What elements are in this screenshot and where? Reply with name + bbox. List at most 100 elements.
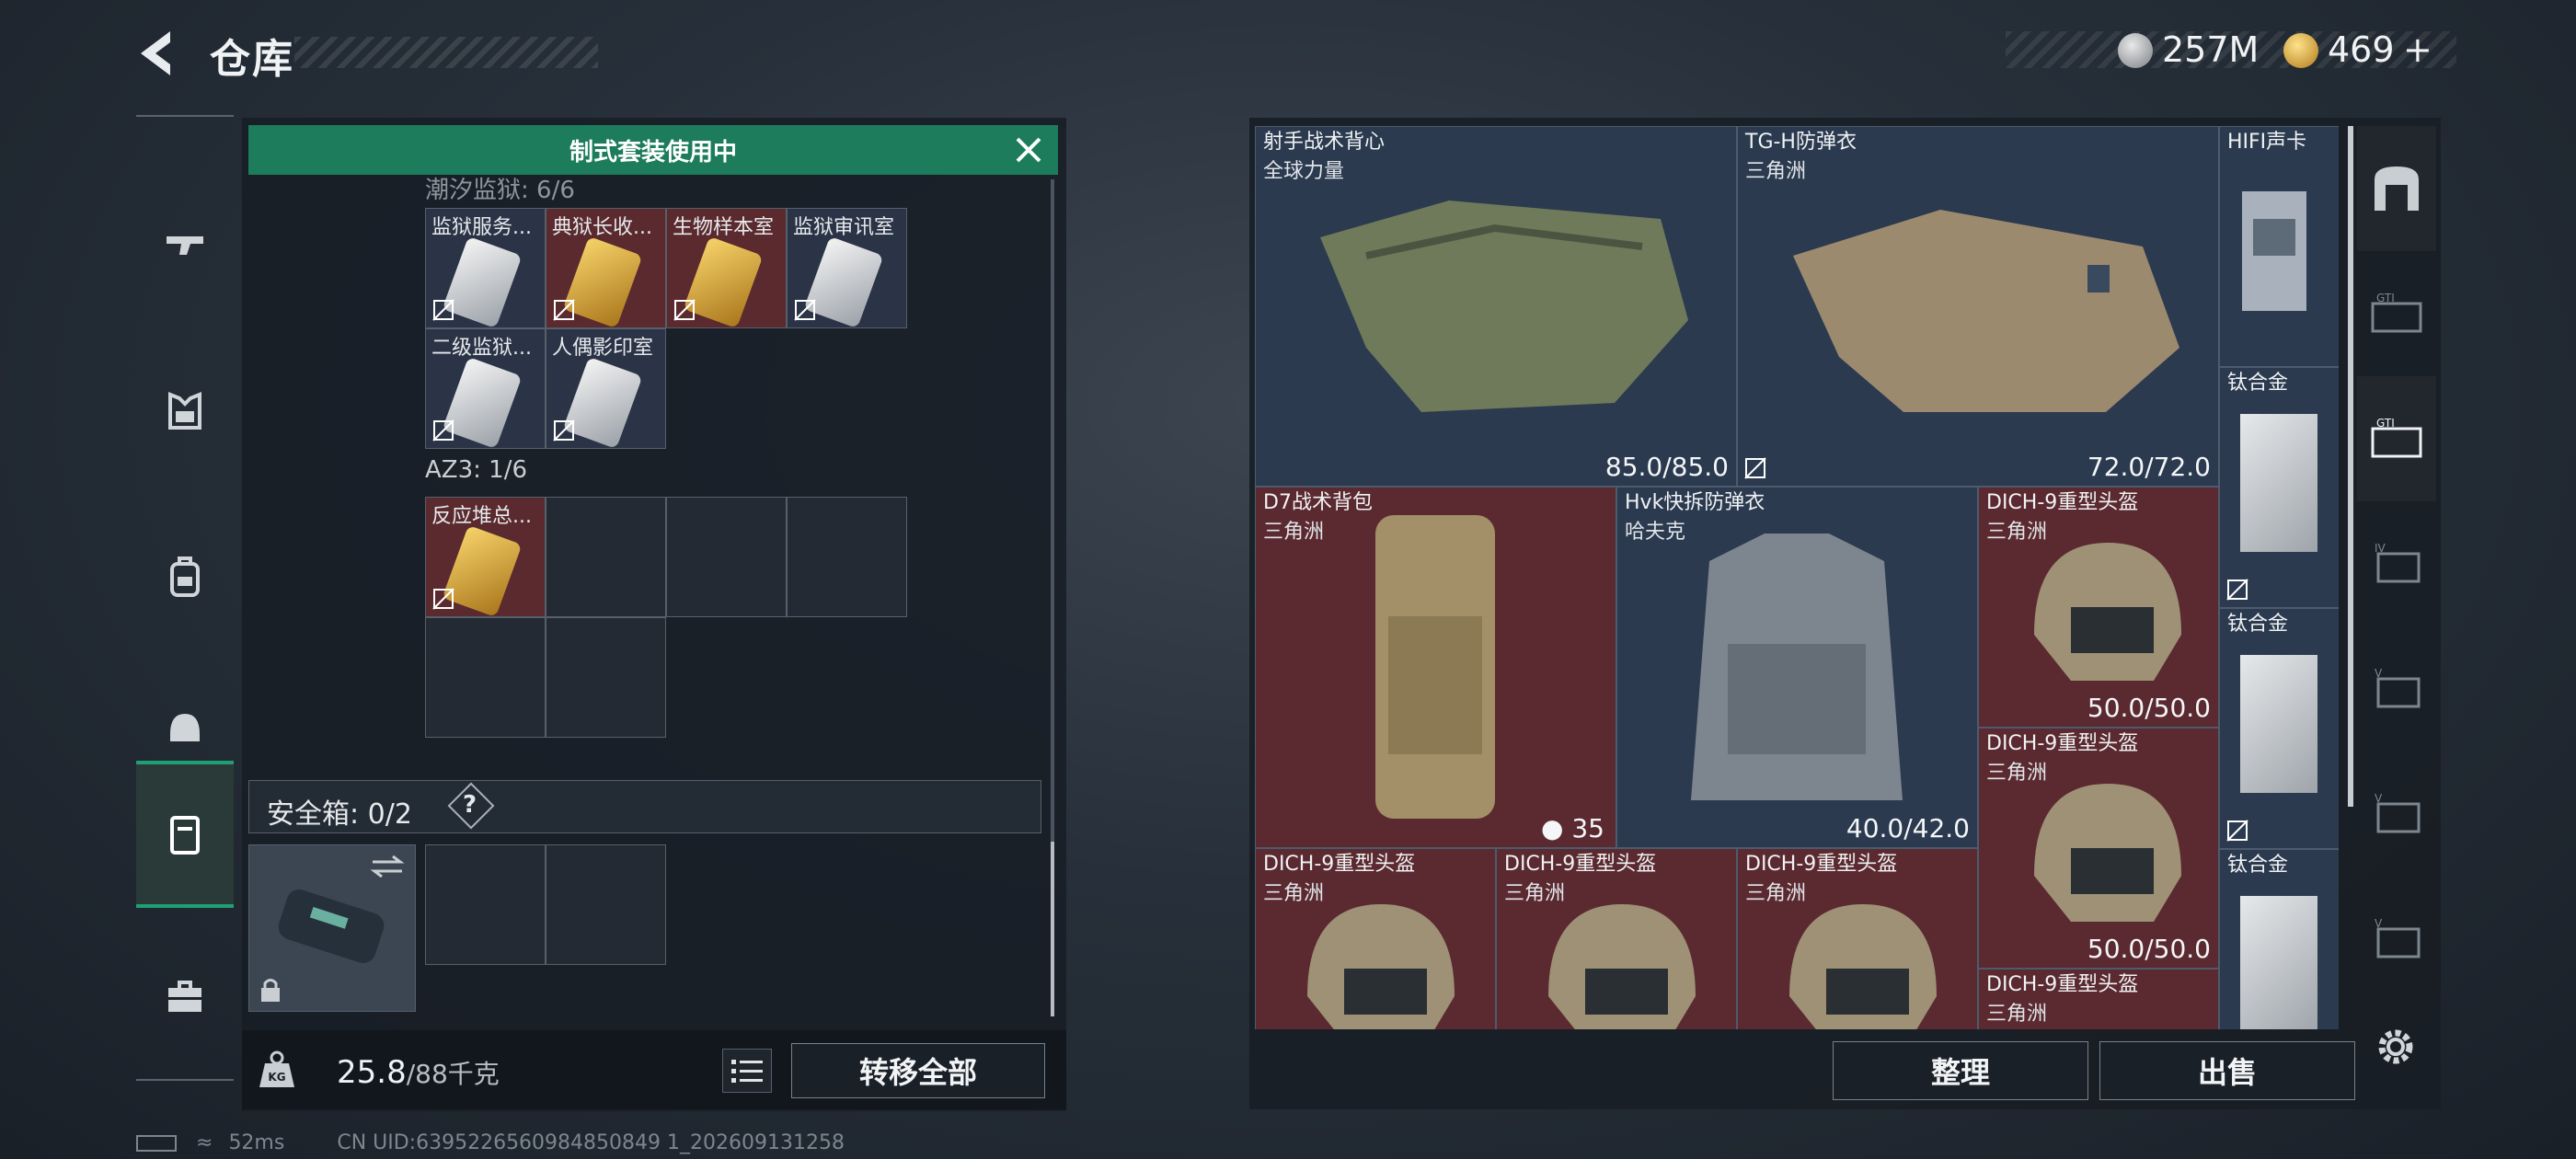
container-icon [170,816,200,855]
stash-tab-3[interactable]: IV [2357,501,2436,626]
helmet-image [1548,904,1696,1029]
stash-item[interactable]: DICH-9重型头盔 三角洲 50.0/50.0 [1978,728,2219,969]
stash-item[interactable]: DICH-9重型头盔 三角洲 50.0/50.0 [1978,487,2219,728]
item-name: DICH-9重型头盔 [1986,732,2139,755]
item-durability: 50.0/50.0 [2087,693,2211,723]
list-view-button[interactable] [722,1049,772,1093]
keycard-slot[interactable]: 典狱长收... [546,208,666,328]
item-name: DICH-9重型头盔 [1986,973,2139,996]
no-trade-icon [2226,579,2248,601]
stash-scrollbar[interactable] [2348,126,2353,807]
stash-tab-1[interactable]: GTI [2357,251,2436,376]
keycard-slot[interactable]: 二级监狱... [425,328,546,449]
safe-box-slot[interactable] [425,844,546,965]
item-durability: 72.0/72.0 [2087,452,2211,482]
empty-slot[interactable] [787,497,907,617]
left-scrollbar-thumb[interactable] [1051,842,1054,1016]
sort-button[interactable]: 整理 [1833,1041,2088,1100]
item-name: TG-H防弹衣 [1745,131,1857,154]
empty-slot[interactable] [666,497,787,617]
item-name: 钛合金 [2227,372,2289,395]
titanium-image [2240,896,2317,1029]
item-name: 钛合金 [2227,613,2289,636]
sell-button[interactable]: 出售 [2099,1041,2355,1100]
tier-v-tab-icon: V [2375,667,2421,708]
no-trade-icon [673,299,696,321]
empty-slot[interactable] [546,497,666,617]
stash-tab-2[interactable]: GTI [2357,376,2436,501]
keycard-label: 二级监狱... [431,337,532,360]
keycard-slot[interactable]: 监狱审讯室 [787,208,907,328]
stash-item[interactable]: 钛合金 [2219,608,2339,849]
helmet-image [1789,904,1937,1029]
stash-item[interactable]: 钛合金 [2219,367,2339,608]
svg-text:V: V [2375,667,2383,680]
close-icon[interactable] [1012,133,1045,166]
safe-box-label: 安全箱: 0/2 [267,798,412,831]
empty-slot[interactable] [546,617,666,738]
titanium-image [2240,414,2317,552]
keycard-label: 反应堆总... [431,505,532,528]
add-gold-button[interactable]: + [2403,29,2432,70]
item-origin: 三角洲 [1745,160,1807,183]
stash-item[interactable]: D7战术背包 三角洲 ● 35 [1255,487,1616,848]
item-name: 钛合金 [2227,854,2289,877]
nav-weapons[interactable] [136,172,234,319]
nav-armor[interactable] [136,338,234,485]
user-uid: CN UID:6395226560984850849 1_20260913125… [337,1131,845,1154]
item-name: DICH-9重型头盔 [1263,853,1416,876]
helmet-image [2034,543,2181,681]
stash-tab-bar: GTI GTI IV V V V [2357,126,2436,1027]
status-bar: ≈ 52ms CN UID:6395226560984850849 1_2026… [136,1131,845,1154]
keycard-slot[interactable]: 生物样本室 [666,208,787,328]
stash-item[interactable]: DICH-9重型头盔 三角洲 [1978,969,2219,1029]
az3-section-label: AZ3: 1/6 [425,456,528,484]
empty-slot[interactable] [425,617,546,738]
transfer-all-button[interactable]: 转移全部 [791,1043,1045,1098]
stash-item[interactable]: DICH-9重型头盔 三角洲 [1737,848,1978,1029]
safe-case-image [278,889,385,963]
stash-item[interactable]: TG-H防弹衣 三角洲 72.0/72.0 [1737,126,2219,487]
ping-value: 52ms [228,1131,285,1154]
no-trade-icon [2226,820,2248,842]
svg-text:V: V [2375,917,2383,930]
partial-section-header: 潮汐监狱: 6/6 [425,177,575,204]
armor-image [1793,210,2179,412]
no-trade-icon [553,419,575,442]
swap-icon[interactable] [369,853,406,880]
stash-item[interactable]: DICH-9重型头盔 三角洲 [1255,848,1496,1029]
carry-weight-value: 25.8 [337,1054,407,1091]
carry-weight-max: /88千克 [406,1059,500,1089]
gear-icon[interactable] [2372,1023,2420,1071]
stash-tab-6[interactable]: V [2357,877,2436,1002]
stash-item[interactable]: DICH-9重型头盔 三角洲 [1496,848,1737,1029]
svg-text:KG: KG [268,1071,285,1084]
tier-v-tab-icon: V [2375,917,2421,958]
nav-container[interactable] [136,761,234,908]
no-trade-icon [432,419,454,442]
stash-item[interactable]: 钛合金 [2219,849,2339,1029]
helmet-icon [170,714,200,741]
keycard-slot[interactable]: 人偶影印室 [546,328,666,449]
svg-text:GTI: GTI [2376,292,2395,304]
stash-tab-5[interactable]: V [2357,752,2436,877]
gun-icon [167,236,203,255]
safe-box-container-item[interactable] [248,844,416,1012]
keycard-slot[interactable]: 监狱服务... [425,208,546,328]
keycard-label: 人偶影印室 [552,337,654,360]
toolbox-icon [168,981,201,1012]
keycard-slot[interactable]: 反应堆总... [425,497,546,617]
stash-item[interactable]: Hvk快拆防弹衣 哈夫克 40.0/42.0 [1616,487,1978,848]
safe-box-slot[interactable] [546,844,666,965]
stash-tab-4[interactable]: V [2357,626,2436,752]
wifi-icon: ≈ [196,1131,213,1154]
back-arrow-icon[interactable] [133,28,179,79]
stash-item[interactable]: HIFI声卡 [2219,126,2339,367]
stash-tab-all[interactable] [2357,126,2436,251]
stash-item[interactable]: 射手战术背心 全球力量 85.0/85.0 [1255,126,1737,487]
item-durability: 50.0/50.0 [2087,934,2211,964]
category-nav [136,115,234,1081]
nav-toolbox[interactable] [136,922,234,1069]
item-name: 射手战术背心 [1263,131,1386,154]
nav-backpack[interactable] [136,503,234,650]
